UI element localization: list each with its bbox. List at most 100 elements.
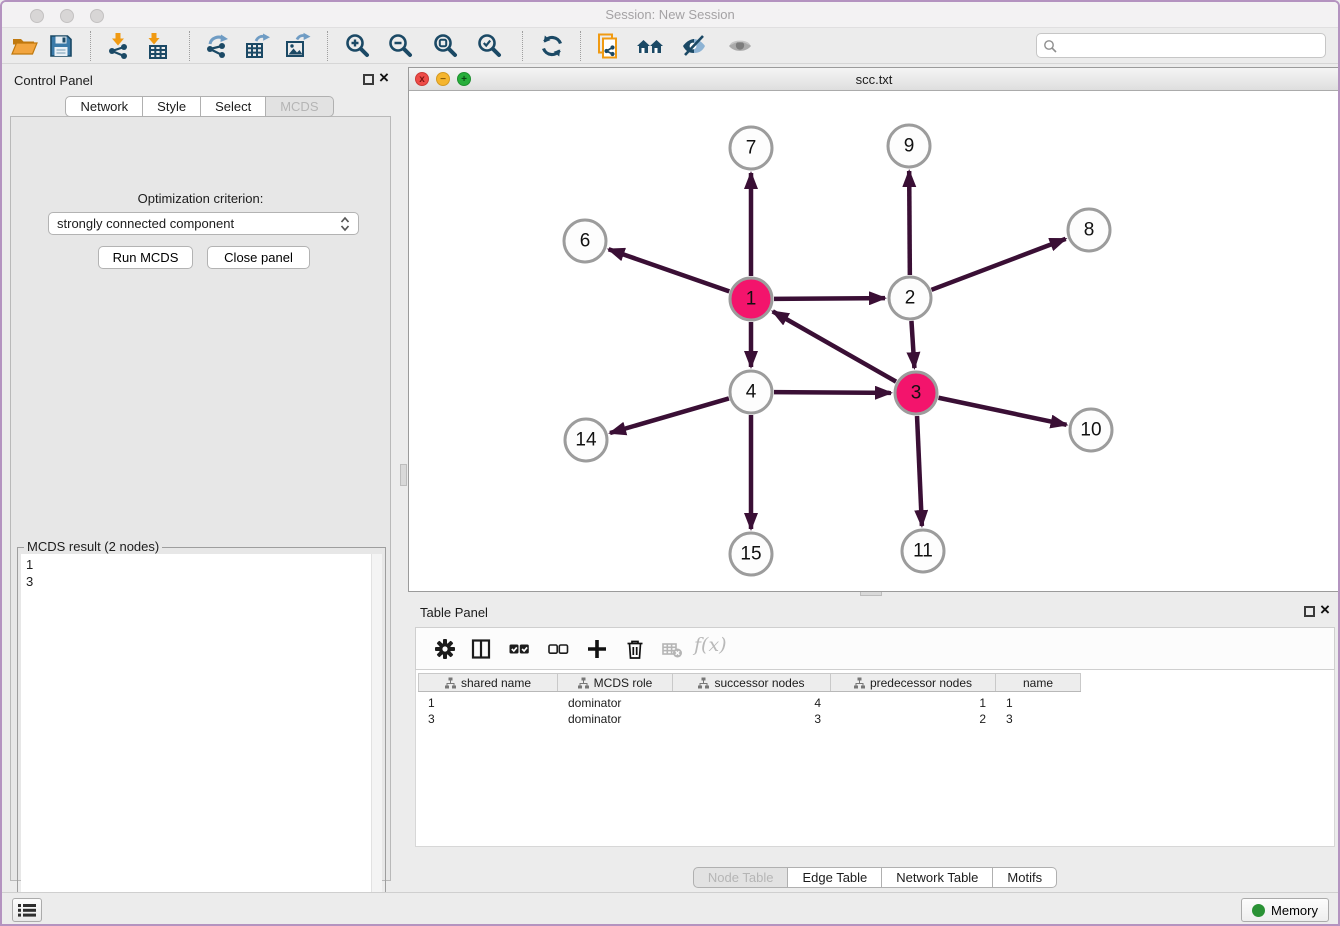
vertical-splitter-handle[interactable] [400, 464, 407, 486]
column-header-name[interactable]: name [996, 674, 1081, 691]
tab-select[interactable]: Select [201, 96, 266, 117]
add-icon[interactable] [586, 638, 608, 660]
show-all-icon[interactable] [726, 32, 754, 60]
edge-4-3[interactable] [774, 392, 891, 393]
export-image-icon[interactable] [283, 32, 311, 60]
network-canvas[interactable]: 1 2 3 4 6 7 8 9 10 11 14 15 [409, 91, 1339, 591]
node-6[interactable]: 6 [564, 220, 606, 262]
tab-network[interactable]: Network [65, 96, 143, 117]
svg-text:2: 2 [905, 288, 916, 309]
search-field[interactable] [1036, 33, 1326, 58]
edge-2-8[interactable] [932, 239, 1066, 290]
close-table-panel-icon[interactable]: × [1320, 600, 1330, 620]
apply-layout-icon[interactable] [538, 32, 566, 60]
edge-2-9[interactable] [909, 171, 910, 275]
tab-mcds[interactable]: MCDS [266, 96, 333, 117]
column-type-icon [445, 677, 456, 689]
task-history-button[interactable] [12, 898, 42, 922]
cell-successor-nodes: 3 [673, 711, 831, 727]
svg-text:6: 6 [580, 231, 591, 252]
first-neighbors-icon[interactable] [636, 32, 664, 60]
node-2[interactable]: 2 [889, 277, 931, 319]
svg-text:9: 9 [904, 136, 915, 157]
select-all-icon[interactable] [508, 638, 530, 660]
run-mcds-button[interactable]: Run MCDS [98, 246, 193, 269]
zoom-out-icon[interactable] [387, 32, 415, 60]
edge-3-10[interactable] [939, 398, 1067, 425]
table-row[interactable]: 3dominator323 [418, 711, 1081, 727]
zoom-selected-icon[interactable] [476, 32, 504, 60]
import-table-icon[interactable] [143, 32, 171, 60]
network-view-window: x − + scc.txt 1 2 3 4 6 7 8 9 10 11 14 15 [408, 67, 1340, 592]
zoom-in-icon[interactable] [344, 32, 372, 60]
column-type-icon [578, 677, 589, 689]
table-row[interactable]: 1dominator411 [418, 695, 1081, 711]
svg-text:3: 3 [911, 383, 922, 404]
network-window-titlebar: x − + scc.txt [409, 68, 1339, 91]
column-header-successor-nodes[interactable]: successor nodes [673, 674, 831, 691]
memory-status-icon [1252, 904, 1265, 917]
edge-1-2[interactable] [774, 298, 885, 299]
column-header-shared-name[interactable]: shared name [418, 674, 558, 691]
node-1[interactable]: 1 [730, 278, 772, 320]
dropdown-arrows-icon [340, 216, 350, 232]
node-10[interactable]: 10 [1070, 409, 1112, 451]
float-panel-icon[interactable] [363, 74, 374, 85]
delete-icon[interactable] [624, 638, 646, 660]
close-panel-button[interactable]: Close panel [207, 246, 310, 269]
memory-button[interactable]: Memory [1241, 898, 1329, 922]
node-4[interactable]: 4 [730, 371, 772, 413]
table-panel: Table Panel × [408, 597, 1340, 892]
save-session-icon[interactable] [47, 32, 75, 60]
edge-4-14[interactable] [610, 398, 729, 433]
node-3[interactable]: 3 [895, 372, 937, 414]
node-15[interactable]: 15 [730, 533, 772, 575]
column-header-label: predecessor nodes [870, 676, 972, 690]
deselect-all-icon[interactable] [547, 638, 569, 660]
close-panel-icon[interactable]: × [379, 68, 389, 88]
edge-1-6[interactable] [609, 249, 730, 291]
result-scrollbar[interactable] [371, 554, 382, 912]
mcds-result-text[interactable]: 1 3 [21, 554, 382, 912]
tab-style[interactable]: Style [143, 96, 201, 117]
optimization-criterion-label: Optimization criterion: [11, 191, 390, 206]
tab-edge-table[interactable]: Edge Table [788, 867, 882, 888]
column-header-predecessor-nodes[interactable]: predecessor nodes [831, 674, 996, 691]
tab-network-table[interactable]: Network Table [882, 867, 993, 888]
import-network-icon[interactable] [104, 32, 132, 60]
zoom-fit-icon[interactable] [432, 32, 460, 60]
open-session-icon[interactable] [10, 32, 38, 60]
edge-3-11[interactable] [917, 416, 922, 526]
node-7[interactable]: 7 [730, 127, 772, 169]
column-header-MCDS-role[interactable]: MCDS role [558, 674, 673, 691]
node-8[interactable]: 8 [1068, 209, 1110, 251]
mcds-result-box: MCDS result (2 nodes) 1 3 [17, 547, 386, 916]
table-settings-icon[interactable] [434, 638, 456, 660]
search-input[interactable] [1057, 39, 1319, 53]
tab-motifs[interactable]: Motifs [993, 867, 1057, 888]
column-header-label: successor nodes [714, 676, 804, 690]
export-network-icon[interactable] [203, 32, 231, 60]
main-toolbar [2, 28, 1338, 64]
svg-text:7: 7 [746, 138, 757, 159]
node-14[interactable]: 14 [565, 419, 607, 461]
table-toolbar: f(x) [415, 627, 1335, 670]
tab-node-table[interactable]: Node Table [693, 867, 789, 888]
node-9[interactable]: 9 [888, 125, 930, 167]
network-window-title: scc.txt [409, 72, 1339, 87]
hide-selected-icon[interactable] [680, 32, 708, 60]
column-type-icon [698, 677, 709, 689]
node-11[interactable]: 11 [902, 530, 944, 572]
edge-2-3[interactable] [911, 321, 914, 368]
criterion-dropdown-value: strongly connected component [57, 216, 340, 231]
edge-3-1[interactable] [773, 311, 896, 381]
float-table-panel-icon[interactable] [1304, 606, 1315, 617]
cell-shared-name: 1 [418, 695, 558, 711]
toolbar-separator [189, 31, 190, 61]
clone-network-icon[interactable] [594, 32, 622, 60]
export-table-icon[interactable] [243, 32, 271, 60]
show-columns-icon[interactable] [470, 638, 492, 660]
criterion-dropdown[interactable]: strongly connected component [48, 212, 359, 235]
node-table: shared nameMCDS role successor nodes prede… [415, 670, 1335, 847]
control-panel-title: Control Panel [14, 73, 93, 88]
